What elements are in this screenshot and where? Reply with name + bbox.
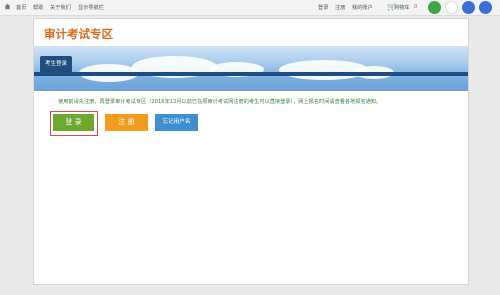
- nav-link-help[interactable]: 帮助: [33, 4, 43, 11]
- nav-link-show-nav[interactable]: 显示导航栏: [78, 4, 104, 11]
- home-icon[interactable]: [4, 3, 11, 12]
- notice-text: 使用前请先注册，再登录审计考试专区（2016年12月以前已在原审计考试网注册的考…: [58, 99, 382, 105]
- login-button[interactable]: 登 录: [53, 114, 94, 131]
- tab-candidate-login[interactable]: 考生登录: [40, 56, 73, 72]
- weibo-icon[interactable]: [445, 1, 458, 14]
- register-link[interactable]: 注册: [335, 4, 345, 11]
- my-account-link[interactable]: 我的账户: [352, 4, 373, 11]
- top-navigation-bar: 首页 帮助 关于我们 显示导航栏 登录 注册 我的账户 🛒 购物车 0: [0, 0, 500, 16]
- android-icon[interactable]: [479, 1, 492, 14]
- cart-count: 0: [414, 4, 418, 10]
- login-link[interactable]: 登录: [318, 4, 328, 11]
- register-button[interactable]: 注 册: [105, 114, 148, 131]
- nav-link-home[interactable]: 首页: [16, 4, 26, 11]
- main-panel: 审计考试专区 考生登录 使用前请先注册，再登录审计考试专区（2016年12月以前…: [33, 18, 469, 285]
- apple-icon[interactable]: [462, 1, 475, 14]
- tab-divider: [34, 72, 468, 76]
- forgot-username-button[interactable]: 忘记用户名: [155, 114, 198, 131]
- banner-image: [34, 46, 468, 91]
- page-title: 审计考试专区: [44, 27, 113, 41]
- cart-link[interactable]: 购物车: [394, 4, 410, 11]
- nav-link-about[interactable]: 关于我们: [50, 4, 71, 11]
- wechat-icon[interactable]: [428, 1, 441, 14]
